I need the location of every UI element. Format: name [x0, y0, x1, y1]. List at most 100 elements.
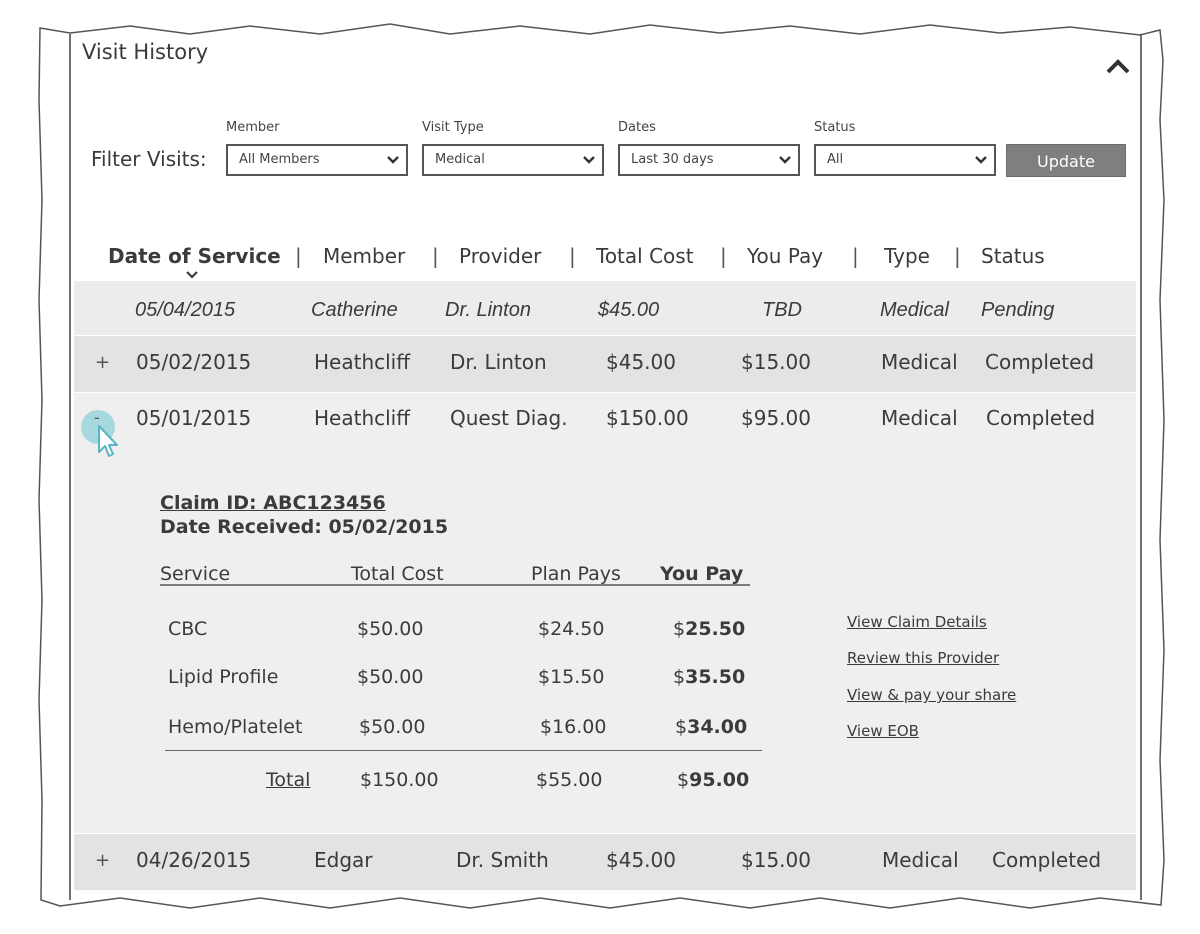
column-header-type[interactable]: Type	[884, 244, 930, 268]
currency-symbol: $	[673, 666, 686, 688]
row-date: 05/02/2015	[136, 350, 252, 374]
row-total-cost: $150.00	[606, 406, 689, 430]
row-member: Heathcliff	[314, 350, 411, 374]
row-member: Edgar	[314, 848, 373, 872]
row-provider: Quest Diag.	[450, 406, 568, 430]
sort-down-icon	[186, 271, 198, 279]
row-status: Completed	[992, 848, 1102, 872]
total-label: Total	[266, 769, 311, 791]
row-date: 04/26/2015	[136, 848, 252, 872]
status-filter-label: Status	[814, 120, 856, 135]
chevron-down-icon	[975, 156, 987, 164]
currency-symbol: $	[673, 618, 686, 640]
service-total-cost: $50.00	[359, 716, 426, 738]
service-header: Service	[160, 563, 231, 585]
row-status: Completed	[986, 406, 1096, 430]
amount: 35.50	[685, 666, 746, 688]
service-total-cost: $50.00	[357, 618, 424, 640]
date-received: Date Received: 05/02/2015	[160, 516, 449, 538]
total-cost-header: Total Cost	[351, 563, 444, 585]
row-status: Pending	[981, 299, 1055, 321]
row-type: Medical	[882, 848, 959, 872]
chevron-down-icon	[583, 156, 595, 164]
currency-symbol: $	[677, 769, 690, 791]
service-you-pay: $25.50	[673, 618, 745, 640]
status-select-value: All	[827, 152, 844, 167]
member-filter-label: Member	[226, 120, 280, 135]
row-member: Heathcliff	[314, 406, 411, 430]
service-you-pay: $34.00	[675, 716, 747, 738]
row-you-pay: $15.00	[741, 350, 811, 374]
visit-type-select[interactable]: Medical	[422, 144, 604, 176]
row-date: 05/04/2015	[135, 299, 236, 321]
service-name: Lipid Profile	[168, 666, 279, 688]
row-you-pay: $95.00	[741, 406, 811, 430]
row-total-cost: $45.00	[606, 848, 676, 872]
column-header-status[interactable]: Status	[981, 244, 1045, 268]
column-header-member[interactable]: Member	[323, 244, 405, 268]
mouse-pointer-icon	[98, 425, 118, 457]
row-provider: Dr. Linton	[445, 299, 531, 321]
panel-title: Visit History	[82, 40, 209, 64]
row-date: 05/01/2015	[136, 406, 252, 430]
table-row[interactable]: + 04/26/2015 Edgar Dr. Smith $45.00 $15.…	[74, 834, 1136, 890]
expand-toggle[interactable]: +	[95, 850, 110, 871]
currency-symbol: $	[675, 716, 688, 738]
member-select[interactable]: All Members	[226, 144, 408, 176]
dates-select-value: Last 30 days	[631, 152, 714, 167]
view-claim-details-link[interactable]: View Claim Details	[847, 613, 987, 631]
chevron-down-icon	[779, 156, 791, 164]
dates-select[interactable]: Last 30 days	[618, 144, 800, 176]
filter-visits-label: Filter Visits:	[91, 147, 207, 171]
member-select-value: All Members	[239, 152, 320, 167]
amount: 95.00	[689, 769, 750, 791]
column-separator: |	[295, 244, 302, 268]
dates-filter-label: Dates	[618, 120, 656, 135]
row-member: Catherine	[311, 299, 398, 321]
column-separator: |	[432, 244, 439, 268]
row-you-pay: $15.00	[741, 848, 811, 872]
visit-type-select-value: Medical	[435, 152, 485, 167]
total-plan-pays: $55.00	[536, 769, 603, 791]
service-name: Hemo/Platelet	[168, 716, 303, 738]
visit-type-filter-label: Visit Type	[422, 120, 484, 135]
expand-toggle[interactable]: +	[95, 352, 110, 373]
column-separator: |	[954, 244, 961, 268]
you-pay-header: You Pay	[660, 563, 744, 585]
claim-id[interactable]: Claim ID: ABC123456	[160, 492, 386, 514]
column-separator: |	[720, 244, 727, 268]
review-provider-link[interactable]: Review this Provider	[847, 649, 999, 667]
row-you-pay: TBD	[762, 299, 802, 321]
view-pay-share-link[interactable]: View & pay your share	[847, 686, 1016, 704]
row-type: Medical	[881, 406, 958, 430]
chevron-up-icon[interactable]	[1104, 54, 1132, 78]
row-type: Medical	[881, 350, 958, 374]
service-plan-pays: $16.00	[540, 716, 607, 738]
service-you-pay: $35.50	[673, 666, 745, 688]
service-plan-pays: $24.50	[538, 618, 605, 640]
amount: 25.50	[685, 618, 746, 640]
row-provider: Dr. Linton	[450, 350, 547, 374]
update-button[interactable]: Update	[1006, 144, 1126, 177]
column-header-you-pay[interactable]: You Pay	[747, 244, 823, 268]
total-divider	[165, 750, 762, 751]
column-header-provider[interactable]: Provider	[459, 244, 541, 268]
chevron-down-icon	[387, 156, 399, 164]
view-eob-link[interactable]: View EOB	[847, 722, 919, 740]
row-status: Completed	[985, 350, 1095, 374]
service-name: CBC	[168, 618, 208, 640]
row-total-cost: $45.00	[598, 299, 660, 321]
amount: 34.00	[687, 716, 748, 738]
column-separator: |	[569, 244, 576, 268]
row-total-cost: $45.00	[606, 350, 676, 374]
column-header-date[interactable]: Date of Service	[108, 244, 281, 268]
table-row[interactable]: + 05/02/2015 Heathcliff Dr. Linton $45.0…	[74, 336, 1136, 392]
table-row[interactable]: 05/04/2015 Catherine Dr. Linton $45.00 T…	[74, 281, 1136, 335]
status-select[interactable]: All	[814, 144, 996, 176]
row-type: Medical	[880, 299, 949, 321]
column-separator: |	[852, 244, 859, 268]
plan-pays-header: Plan Pays	[531, 563, 621, 585]
total-you-pay: $95.00	[677, 769, 749, 791]
row-provider: Dr. Smith	[456, 848, 549, 872]
column-header-total-cost[interactable]: Total Cost	[596, 244, 694, 268]
